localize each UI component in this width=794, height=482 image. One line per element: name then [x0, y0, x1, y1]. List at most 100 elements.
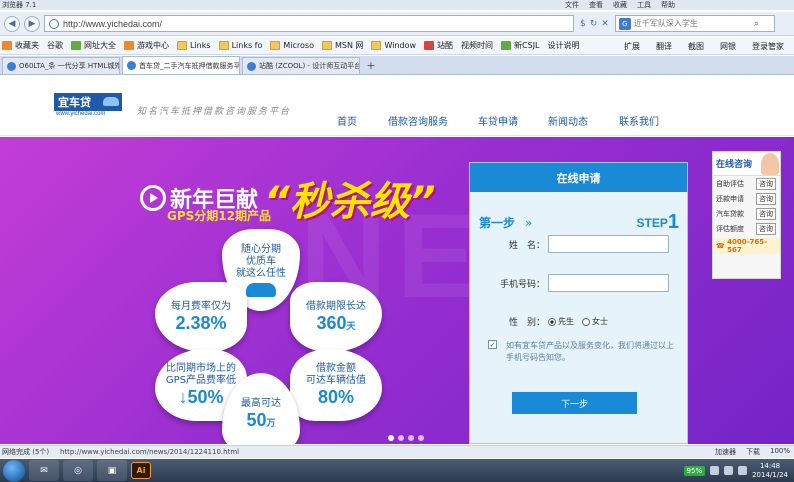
tab-bar: O60LTA_条 一代分享 HTML城外×首车贷_二手汽车抵押借款服务平台×站酷… [0, 56, 794, 75]
browser-tab[interactable]: O60LTA_条 一代分享 HTML城外× [2, 57, 120, 74]
search-input[interactable] [633, 19, 754, 28]
bookmark-item[interactable]: 收藏夹 [2, 40, 39, 51]
bookmark-tool-button[interactable]: 截图 [688, 41, 704, 52]
back-button[interactable]: ◀ [4, 15, 20, 32]
nav-loan-apply[interactable]: 车贷申请 [463, 104, 533, 136]
window-title: 浏览器 7.1 [2, 1, 37, 9]
consult-header: 在线咨询 [713, 152, 780, 176]
flag-icon[interactable] [738, 466, 748, 475]
consult-row: 汽车贷款 咨询 [713, 206, 780, 221]
slide-dot[interactable] [418, 435, 424, 441]
bookmark-item[interactable]: Window [371, 41, 416, 50]
taskbar-app-mail[interactable]: ✉ [29, 460, 59, 481]
menu-bar: 文件 查看 收藏 工具 帮助 [560, 0, 680, 10]
site-logo[interactable]: 宜车贷 www.yichedai.com [54, 93, 122, 120]
petal-tl-label: 每月费率仅为 [171, 300, 231, 312]
taskbar-app-illustrator[interactable]: Ai [131, 462, 151, 479]
search-box[interactable]: G ⌕ [614, 15, 775, 32]
consult-phone-number: 4000-765-567 [727, 238, 768, 254]
agree-row: ✓ 如有宜车贷产品以及服务变化，我们将通过以上手机号码告知您。 [488, 340, 680, 364]
bookmark-item[interactable]: 新CSJL [501, 40, 540, 51]
site-nav: 首页 借款咨询服务 车贷申请 新闻动态 联系我们 [321, 104, 675, 136]
bookmark-tool-button[interactable]: 扩展 [624, 41, 640, 52]
gender-ms-radio[interactable]: 女士 [582, 316, 608, 327]
bookmark-tool-button[interactable]: 翻译 [656, 41, 672, 52]
slide-dot[interactable] [398, 435, 404, 441]
stop-icon[interactable]: ✕ [601, 19, 609, 29]
phone-input[interactable] [548, 274, 669, 292]
promo-banner[interactable]: NEW 新年巨献 “秒杀级” GPS分期12期产品 随心分期 优质车 就这么任性… [0, 137, 794, 444]
banner-subheadline: GPS分期12期产品 [167, 209, 271, 223]
bookmark-item[interactable]: Links fo [218, 41, 262, 50]
taskbar-app-browser[interactable]: ◎ [63, 460, 93, 481]
agree-checkbox[interactable]: ✓ [488, 340, 497, 349]
gender-mr-label: 先生 [558, 317, 574, 326]
consult-row-label: 还款申请 [716, 194, 744, 203]
menu-help[interactable]: 帮助 [656, 0, 680, 10]
name-input[interactable] [548, 235, 669, 253]
menu-view[interactable]: 查看 [584, 0, 608, 10]
consult-button[interactable]: 咨询 [756, 207, 776, 220]
zoom-level[interactable]: 100% [770, 447, 790, 457]
browser-tab[interactable]: 站酷 (ZCOOL) - 设计师互动平台× [242, 57, 360, 74]
forward-button[interactable]: ▶ [24, 15, 40, 32]
menu-favorites[interactable]: 收藏 [608, 0, 632, 10]
consult-button[interactable]: 咨询 [756, 192, 776, 205]
new-tab-button[interactable]: + [364, 58, 378, 72]
logo-url: www.yichedai.com [56, 111, 106, 117]
bookmark-label: Links [190, 41, 211, 50]
bookmark-item[interactable]: 视频时间 [461, 40, 493, 51]
consult-button[interactable]: 咨询 [756, 222, 776, 235]
gender-mr-radio[interactable]: 先生 [548, 316, 574, 327]
petal-bl-line2: GPS产品费率低 [165, 374, 237, 386]
compat-icon[interactable]: $ [580, 19, 586, 29]
bookmark-tool-button[interactable]: 登录管家 [752, 41, 784, 52]
slide-dot[interactable] [408, 435, 414, 441]
tab-favicon-icon [7, 61, 16, 71]
consult-row-label: 评估额度 [716, 224, 744, 233]
consult-title: 在线咨询 [716, 160, 753, 170]
bookmark-label: 新CSJL [514, 41, 540, 50]
menu-tools[interactable]: 工具 [632, 0, 656, 10]
nav-contact[interactable]: 联系我们 [603, 104, 675, 136]
search-icon[interactable]: ⌕ [754, 19, 759, 29]
taskbar-app-media[interactable]: ▣ [97, 460, 127, 481]
step-en: STEP [636, 215, 668, 230]
network-icon[interactable] [710, 466, 720, 475]
url-box[interactable] [44, 15, 574, 32]
bookmark-item[interactable]: 游戏中心 [124, 40, 169, 51]
bookmark-item[interactable]: MSN 网 [321, 40, 363, 51]
globe-icon [49, 18, 59, 29]
bookmark-item[interactable]: Microso [270, 41, 314, 50]
bookmark-tool-button[interactable]: 网银 [720, 41, 736, 52]
refresh-icon[interactable]: ↻ [590, 19, 598, 29]
arrow-right-icon: ▶ [28, 18, 36, 29]
download-button[interactable]: 下载 [746, 447, 760, 457]
consult-button[interactable]: 咨询 [756, 177, 776, 190]
menu-file[interactable]: 文件 [560, 0, 584, 10]
clock[interactable]: 14:48 2014/1/24 [752, 462, 788, 480]
site-slogan: 知名汽车抵押借款咨询服务平台 [137, 107, 292, 117]
bookmark-item[interactable]: 谷歌 [47, 40, 63, 51]
nav-news[interactable]: 新闻动态 [533, 104, 603, 136]
bookmark-item[interactable]: 网址大全 [71, 40, 116, 51]
gender-label: 性 别： [508, 318, 545, 328]
bookmark-item[interactable]: Links [177, 41, 211, 50]
nav-loan-service[interactable]: 借款咨询服务 [373, 104, 463, 136]
nav-home[interactable]: 首页 [321, 104, 373, 136]
start-button[interactable] [3, 459, 25, 482]
bookmark-item[interactable]: 设计说明 [548, 40, 580, 51]
petal-tr-unit: 天 [346, 320, 356, 331]
search-engine-icon[interactable]: G [618, 17, 631, 30]
web-page: 宜车贷 www.yichedai.com 知名汽车抵押借款咨询服务平台 首页 借… [0, 76, 794, 444]
battery-percentage[interactable]: 95% [683, 465, 706, 476]
slide-dot[interactable] [388, 435, 394, 441]
url-input[interactable] [63, 18, 543, 29]
bookmark-item[interactable]: 站酷 [424, 40, 453, 51]
tab-label: 站酷 (ZCOOL) - 设计师互动平台 [259, 62, 360, 70]
accelerator-button[interactable]: 加速器 [715, 447, 736, 457]
browser-tab[interactable]: 首车贷_二手汽车抵押借款服务平台× [122, 56, 240, 74]
volume-icon[interactable] [724, 466, 734, 475]
bookmarks-bar: 收藏夹 谷歌 网址大全 游戏中心 Links Links fo Microso MSN 网 Wi… [0, 37, 794, 55]
next-step-button[interactable]: 下一步 [512, 392, 637, 414]
